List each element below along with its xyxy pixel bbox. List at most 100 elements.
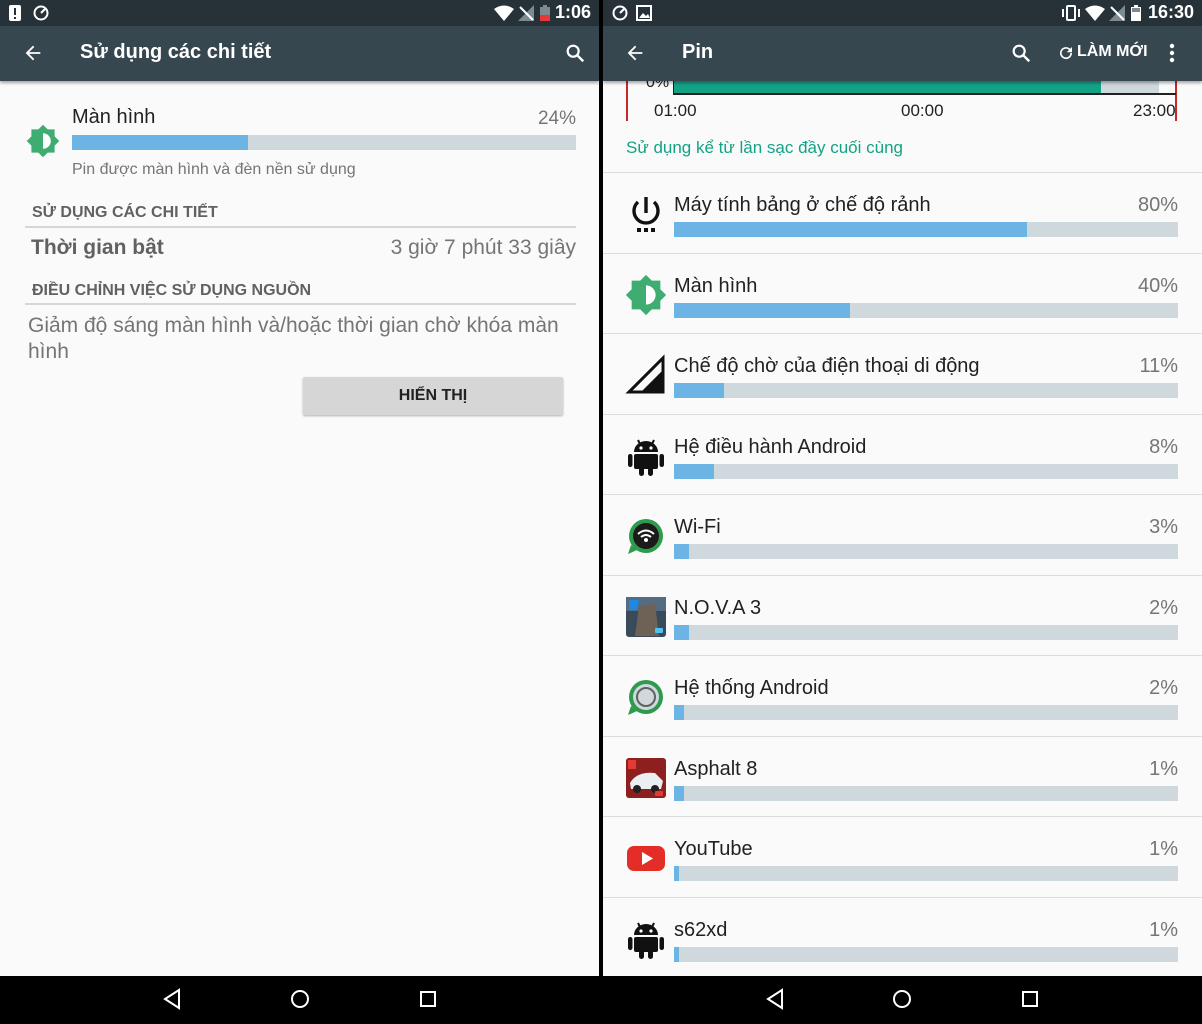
usage-item[interactable]: Máy tính bảng ở chế độ rảnh 80% bbox=[603, 172, 1202, 252]
usage-item[interactable]: YouTube 1% bbox=[603, 816, 1202, 896]
back-arrow-icon[interactable] bbox=[624, 42, 646, 64]
on-time-label: Thời gian bật bbox=[31, 236, 164, 259]
page-title: Pin bbox=[682, 41, 714, 63]
refresh-label: LÀM MỚI bbox=[1077, 43, 1148, 60]
summary-name: Màn hình bbox=[72, 106, 156, 128]
usage-item[interactable]: Màn hình 40% bbox=[603, 252, 1202, 333]
no-signal-icon bbox=[518, 5, 534, 21]
usage-item-name: Hệ thống Android bbox=[674, 677, 829, 699]
usage-item-percent: 1% bbox=[1149, 918, 1178, 941]
details-section-header: SỬ DỤNG CÁC CHI TIẾT bbox=[32, 204, 218, 221]
graph-projection bbox=[1101, 81, 1159, 93]
usage-item[interactable]: s62xd 1% bbox=[603, 896, 1202, 977]
graph-x-label: 00:00 bbox=[901, 101, 944, 120]
pane-separator bbox=[599, 0, 603, 1024]
nav-back-icon[interactable] bbox=[765, 988, 785, 1010]
data-saver-icon bbox=[612, 5, 628, 21]
status-time: 1:06 bbox=[554, 2, 591, 22]
android-system-icon bbox=[625, 676, 667, 718]
usage-bar-fill bbox=[674, 705, 685, 720]
power-icon bbox=[625, 193, 667, 235]
navigation-bar bbox=[0, 976, 599, 1024]
usage-item-percent: 8% bbox=[1149, 435, 1178, 458]
usage-bar-fill bbox=[674, 544, 690, 559]
divider bbox=[603, 655, 1202, 656]
usage-item-name: Asphalt 8 bbox=[674, 757, 758, 780]
summary-description: Pin được màn hình và đèn nền sử dụng bbox=[72, 161, 356, 178]
summary-percent: 24% bbox=[537, 108, 576, 129]
wifi-icon bbox=[494, 5, 514, 21]
usage-item-name: YouTube bbox=[674, 838, 753, 860]
image-icon bbox=[636, 5, 652, 21]
nav-recents-icon[interactable] bbox=[1020, 988, 1040, 1010]
usage-item-percent: 40% bbox=[1137, 274, 1178, 297]
status-bar: 16:30 bbox=[603, 0, 1202, 26]
usage-item-percent: 80% bbox=[1137, 194, 1178, 216]
adjust-section-header: ĐIỀU CHỈNH VIỆC SỬ DỤNG NGUỒN bbox=[32, 282, 312, 299]
refresh-icon bbox=[1060, 47, 1073, 60]
more-options-icon[interactable] bbox=[1168, 42, 1176, 64]
app-toolbar: Pin LÀM MỚI bbox=[603, 26, 1202, 81]
data-saver-icon bbox=[33, 5, 49, 21]
graph-x-axis bbox=[673, 93, 1176, 95]
divider bbox=[603, 574, 1202, 576]
usage-item-name: s62xd bbox=[674, 918, 728, 941]
usage-bar-fill bbox=[674, 866, 680, 881]
usage-item[interactable]: Hệ thống Android 2% bbox=[603, 655, 1202, 735]
usage-bar-fill bbox=[674, 222, 1027, 237]
detail-screen: 1:06 Sử dụng các chi tiết Màn hình 24% P… bbox=[0, 0, 599, 1024]
battery-icon bbox=[540, 5, 550, 21]
usage-bar bbox=[674, 463, 1178, 479]
no-signal-icon bbox=[1109, 5, 1125, 21]
usage-item-name: N.O.V.A 3 bbox=[674, 596, 762, 619]
search-icon[interactable] bbox=[1010, 42, 1032, 64]
nova3-app-icon bbox=[625, 596, 667, 638]
usage-item[interactable]: Chế độ chờ của điện thoại di động 11% bbox=[603, 333, 1202, 413]
usage-item-percent: 11% bbox=[1139, 355, 1178, 377]
show-button[interactable]: HIỂN THỊ bbox=[303, 377, 563, 415]
graph-y-axis bbox=[673, 81, 674, 95]
page-title: Sử dụng các chi tiết bbox=[80, 41, 272, 63]
brightness-icon bbox=[26, 124, 60, 158]
wifi-icon bbox=[1085, 5, 1105, 21]
usage-item-name: Hệ điều hành Android bbox=[674, 435, 867, 458]
app-toolbar: Sử dụng các chi tiết bbox=[0, 26, 599, 81]
navigation-bar bbox=[603, 976, 1202, 1024]
alert-icon bbox=[9, 5, 21, 21]
asphalt8-app-icon bbox=[625, 757, 667, 799]
divider bbox=[603, 896, 1202, 898]
usage-bar-fill bbox=[674, 383, 725, 398]
usage-item[interactable]: Wi-Fi 3% bbox=[603, 494, 1202, 574]
usage-item-percent: 1% bbox=[1149, 757, 1178, 780]
usage-bar bbox=[674, 624, 1178, 640]
usage-item[interactable]: N.O.V.A 3 2% bbox=[603, 574, 1202, 655]
divider bbox=[25, 303, 576, 305]
summary-usage-bar bbox=[72, 135, 576, 150]
usage-bar-fill bbox=[674, 624, 690, 640]
usage-bar bbox=[674, 222, 1178, 237]
divider bbox=[603, 413, 1202, 415]
usage-item-percent: 3% bbox=[1149, 516, 1178, 538]
usage-bar bbox=[674, 785, 1178, 801]
usage-bar bbox=[674, 946, 1178, 962]
nav-recents-icon[interactable] bbox=[418, 988, 438, 1010]
divider bbox=[25, 226, 576, 228]
usage-item-name: Chế độ chờ của điện thoại di động bbox=[674, 355, 980, 377]
usage-item[interactable]: Hệ điều hành Android 8% bbox=[603, 413, 1202, 494]
usage-item[interactable]: Asphalt 8 1% bbox=[603, 735, 1202, 816]
graph-x-label: 01:00 bbox=[654, 101, 697, 120]
nav-home-icon[interactable] bbox=[891, 988, 913, 1010]
search-icon[interactable] bbox=[564, 42, 586, 64]
usage-item-percent: 2% bbox=[1149, 677, 1178, 699]
usage-bar bbox=[674, 383, 1178, 398]
divider bbox=[603, 816, 1202, 817]
wifi-app-icon bbox=[625, 515, 667, 557]
usage-item-name: Màn hình bbox=[674, 274, 758, 297]
graph-left-edge bbox=[626, 81, 628, 121]
nav-back-icon[interactable] bbox=[162, 988, 182, 1010]
usage-bar bbox=[674, 544, 1178, 559]
usage-bar bbox=[674, 866, 1178, 881]
nav-home-icon[interactable] bbox=[289, 988, 311, 1010]
back-arrow-icon[interactable] bbox=[22, 42, 44, 64]
android-icon bbox=[625, 435, 667, 477]
